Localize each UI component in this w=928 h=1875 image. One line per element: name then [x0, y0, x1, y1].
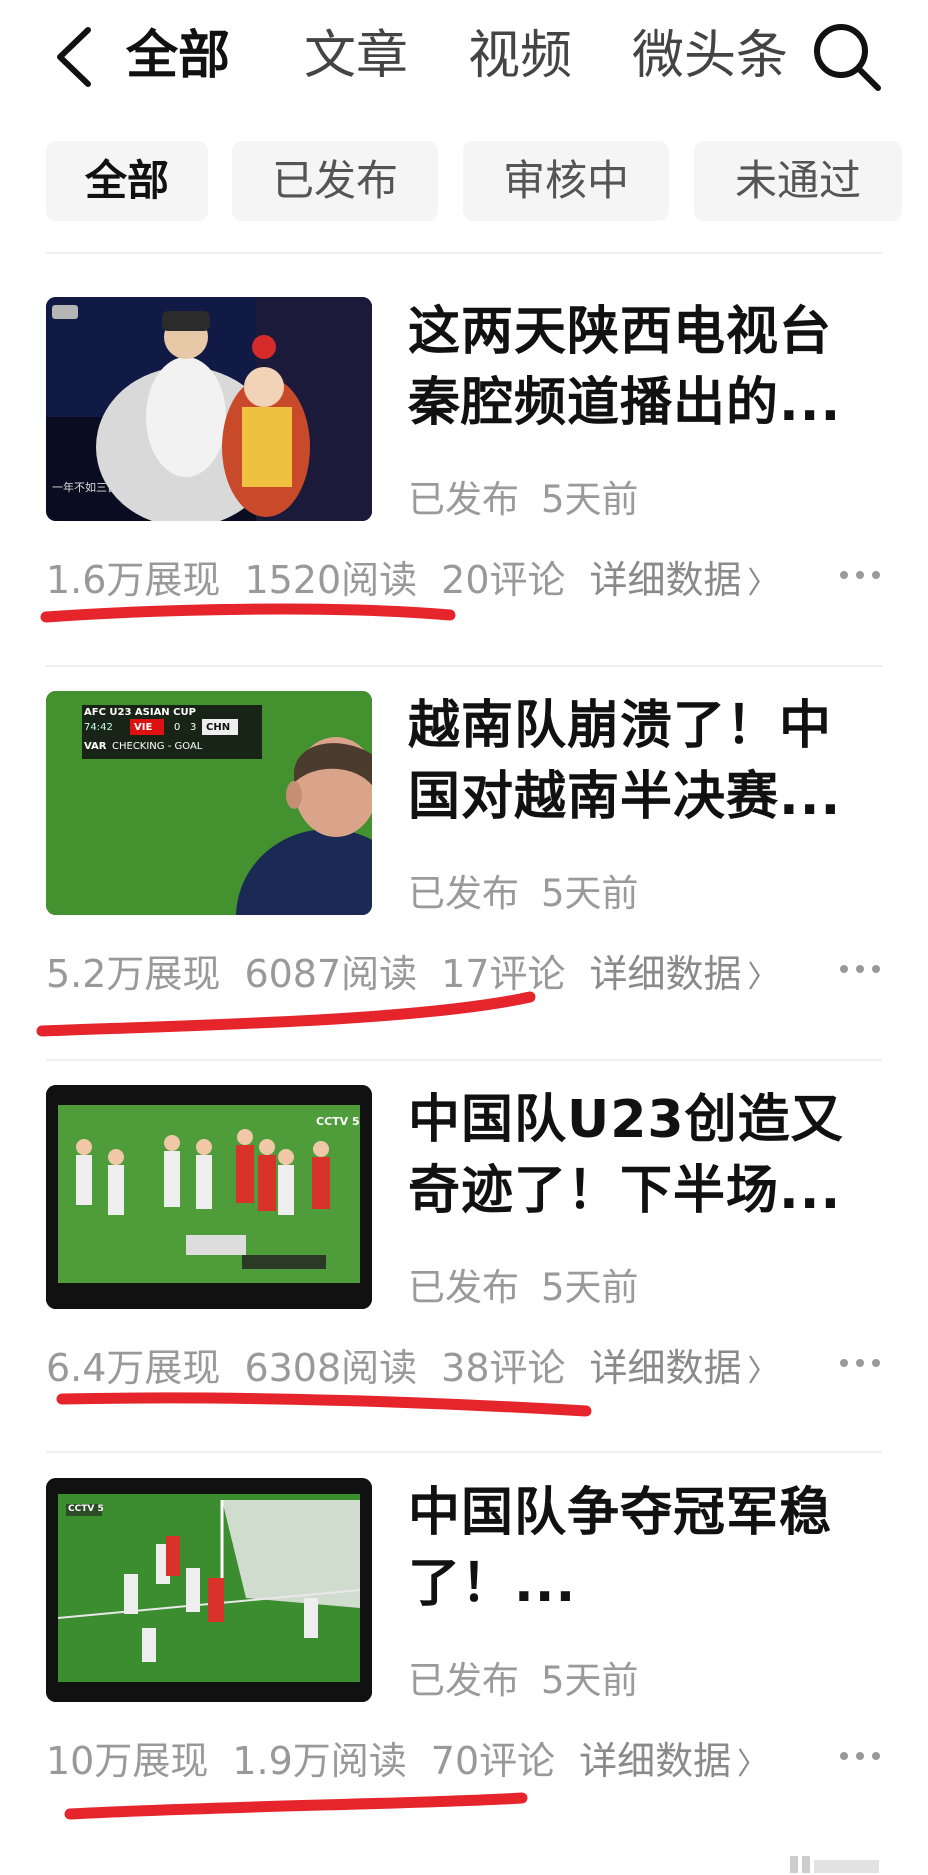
- impressions-count: 5.2万展现: [46, 952, 221, 996]
- search-icon[interactable]: [808, 18, 886, 96]
- home-score: 0: [174, 722, 181, 733]
- publish-time: 5天前: [541, 478, 639, 521]
- detail-data-label: 详细数据: [589, 558, 742, 602]
- title-line-1: 这两天陕西电视台: [408, 302, 833, 362]
- comments-count: 70评论: [430, 1739, 556, 1783]
- article-item[interactable]: CCTV 5 中国队争夺冠军稳 了！... 已发布 5天前 10万展现 1.9万阅读…: [0, 1478, 928, 1872]
- impressions-count: 6.4万展现: [46, 1346, 221, 1390]
- status-label: 已发布: [408, 1659, 519, 1702]
- article-stats: 10万展现 1.9万阅读 70评论 详细数据〉: [46, 1730, 791, 1785]
- filter-rejected[interactable]: 未通过: [694, 141, 902, 221]
- publish-time: 5天前: [541, 1266, 639, 1309]
- channel-logo: CCTV 5: [68, 1504, 104, 1514]
- reads-count: 6087阅读: [244, 952, 418, 996]
- article-item[interactable]: 一年不如三百六十天 这两天陕西电视台 秦腔频道播出的... 已发布 5天前 1.6…: [0, 297, 928, 691]
- thumbnail-caption: 一年不如三百六十天: [52, 481, 151, 494]
- detail-data-link[interactable]: 详细数据〉: [590, 558, 778, 602]
- article-meta: 已发布 5天前: [408, 1257, 639, 1311]
- red-underline-annotation: [56, 1392, 592, 1417]
- reads-count: 1.9万阅读: [232, 1739, 407, 1783]
- top-navigation-bar: 全部 文章 视频 微头条: [0, 0, 928, 110]
- tab-videos[interactable]: 视频: [468, 20, 572, 92]
- publish-time: 5天前: [541, 872, 639, 915]
- more-options-icon[interactable]: [836, 1736, 884, 1776]
- detail-data-link[interactable]: 详细数据〉: [590, 952, 778, 996]
- channel-logo: CCTV 5: [316, 1115, 360, 1128]
- detail-data-link[interactable]: 详细数据〉: [579, 1739, 767, 1783]
- divider: [46, 1059, 882, 1061]
- filter-under-review[interactable]: 审核中: [463, 141, 669, 221]
- filter-published[interactable]: 已发布: [232, 141, 438, 221]
- watermark-mark: [790, 1856, 879, 1873]
- status-label: 已发布: [408, 1266, 519, 1309]
- article-title[interactable]: 中国队U23创造又 奇迹了！下半场...: [408, 1085, 888, 1227]
- away-team: CHN: [206, 722, 231, 733]
- comments-count: 20评论: [441, 558, 566, 602]
- comments-count: 17评论: [441, 952, 566, 996]
- title-line-2: 奇迹了！下半场...: [408, 1161, 842, 1221]
- home-team: VIE: [134, 722, 153, 733]
- impressions-count: 1.6万展现: [46, 558, 221, 602]
- away-score: 3: [190, 722, 197, 733]
- status-label: 已发布: [408, 478, 519, 521]
- reads-count: 6308阅读: [244, 1346, 418, 1390]
- red-underline-annotation: [40, 603, 456, 623]
- article-stats: 6.4万展现 6308阅读 38评论 详细数据〉: [46, 1337, 802, 1392]
- status-label: 已发布: [408, 872, 519, 915]
- chevron-right-icon: 〉: [747, 960, 778, 995]
- detail-data-label: 详细数据: [579, 1739, 732, 1783]
- article-item[interactable]: AFC U23 ASIAN CUP 74:42 VIE 0 3 CHN VAR …: [0, 691, 928, 1085]
- article-title[interactable]: 中国队争夺冠军稳 了！...: [408, 1478, 888, 1620]
- chevron-right-icon: 〉: [747, 566, 778, 601]
- chevron-right-icon: 〉: [747, 1354, 778, 1389]
- match-clock: 74:42: [84, 722, 113, 733]
- red-underline-annotation: [64, 1792, 528, 1820]
- var-status: CHECKING - GOAL: [112, 741, 203, 752]
- title-line-2: 了！...: [408, 1554, 577, 1614]
- title-line-1: 越南队崩溃了！中: [408, 696, 833, 756]
- tab-all[interactable]: 全部: [126, 20, 230, 92]
- impressions-count: 10万展现: [46, 1739, 209, 1783]
- article-thumbnail[interactable]: CCTV 5: [46, 1478, 372, 1702]
- title-line-1: 中国队争夺冠军稳: [408, 1483, 833, 1543]
- comments-count: 38评论: [441, 1346, 566, 1390]
- more-options-icon[interactable]: [836, 1343, 884, 1383]
- detail-data-label: 详细数据: [589, 952, 742, 996]
- detail-data-label: 详细数据: [589, 1346, 742, 1390]
- detail-data-link[interactable]: 详细数据〉: [590, 1346, 778, 1390]
- title-line-1: 中国队U23创造又: [408, 1090, 844, 1150]
- league-label: AFC U23 ASIAN CUP: [84, 707, 196, 718]
- divider: [46, 1451, 882, 1453]
- article-item[interactable]: CCTV 5 中国队U23创造又 奇迹了！下半场... 已发布 5天前 6.4万展…: [0, 1085, 928, 1479]
- chevron-right-icon: 〉: [737, 1747, 768, 1782]
- article-thumbnail[interactable]: CCTV 5: [46, 1085, 372, 1309]
- article-thumbnail[interactable]: AFC U23 ASIAN CUP 74:42 VIE 0 3 CHN VAR …: [46, 691, 372, 915]
- filter-all[interactable]: 全部: [46, 141, 208, 221]
- article-stats: 5.2万展现 6087阅读 17评论 详细数据〉: [46, 943, 802, 998]
- reads-count: 1520阅读: [244, 558, 418, 602]
- article-meta: 已发布 5天前: [408, 469, 639, 523]
- article-meta: 已发布 5天前: [408, 863, 639, 917]
- var-label: VAR: [84, 741, 107, 752]
- more-options-icon[interactable]: [836, 949, 884, 989]
- back-arrow-icon[interactable]: [48, 24, 98, 90]
- article-title[interactable]: 越南队崩溃了！中 国对越南半决赛...: [408, 691, 888, 833]
- title-line-2: 秦腔频道播出的...: [408, 373, 842, 433]
- divider: [46, 665, 882, 667]
- divider: [46, 252, 882, 254]
- tab-micro-headlines[interactable]: 微头条: [632, 20, 788, 92]
- tab-articles[interactable]: 文章: [304, 20, 408, 92]
- article-meta: 已发布 5天前: [408, 1650, 639, 1704]
- publish-time: 5天前: [541, 1659, 639, 1702]
- title-line-2: 国对越南半决赛...: [408, 767, 842, 827]
- article-title[interactable]: 这两天陕西电视台 秦腔频道播出的...: [408, 297, 888, 439]
- article-stats: 1.6万展现 1520阅读 20评论 详细数据〉: [46, 549, 802, 604]
- red-underline-annotation: [36, 991, 536, 1037]
- article-thumbnail[interactable]: 一年不如三百六十天: [46, 297, 372, 521]
- more-options-icon[interactable]: [836, 555, 884, 595]
